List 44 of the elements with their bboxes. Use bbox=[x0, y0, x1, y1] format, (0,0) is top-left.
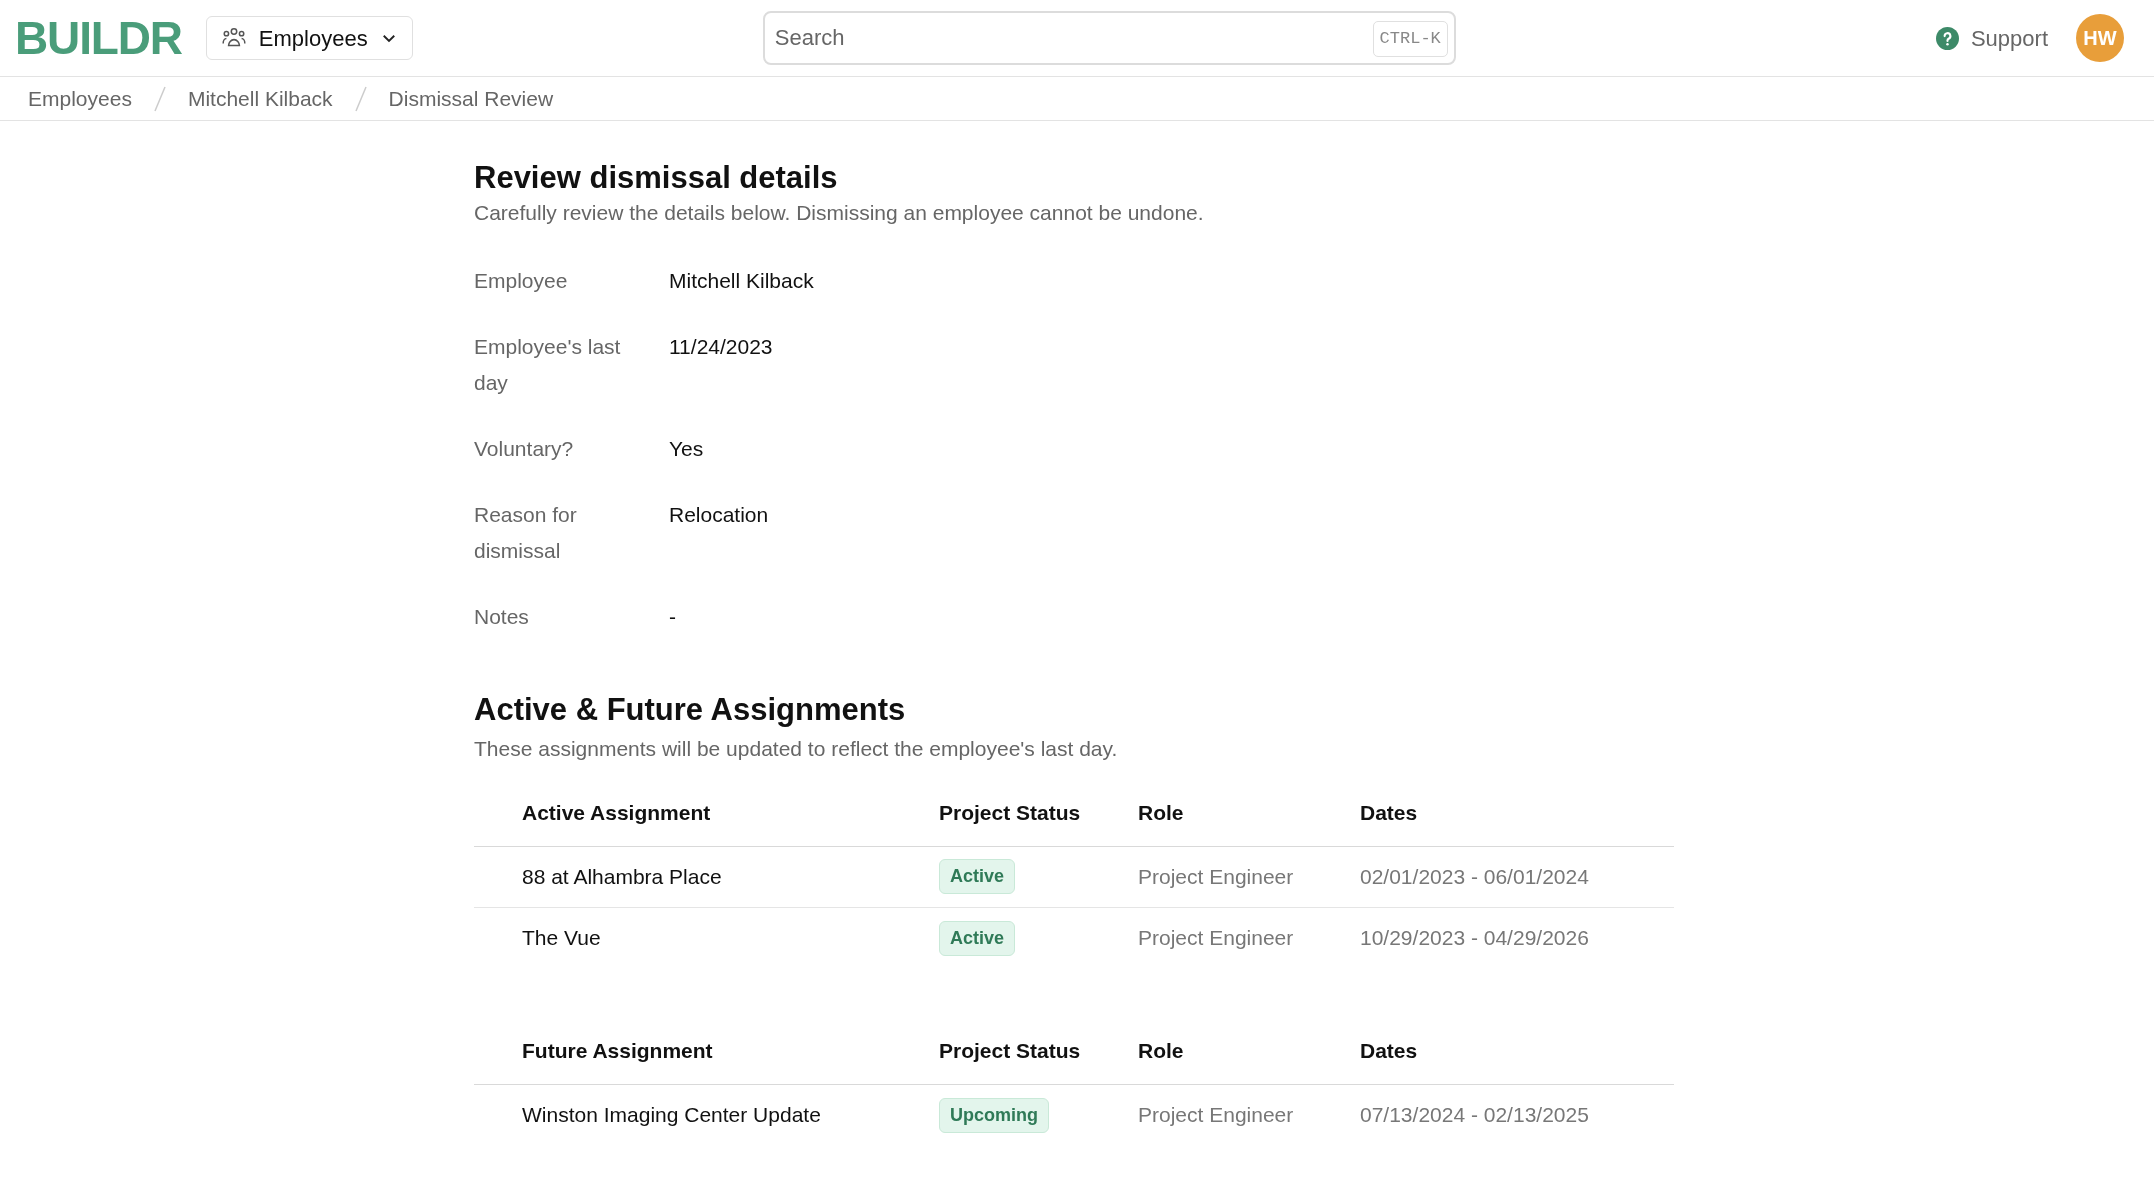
breadcrumb-link[interactable]: Employees bbox=[28, 82, 132, 115]
column-header: Role bbox=[1138, 1038, 1184, 1065]
breadcrumb-separator bbox=[354, 85, 367, 112]
support-link[interactable]: Support bbox=[1935, 21, 2048, 55]
detail-value: - bbox=[669, 603, 676, 630]
column-header: Role bbox=[1138, 800, 1184, 827]
detail-value: Relocation bbox=[669, 501, 769, 528]
logo[interactable]: BUILDR bbox=[15, 3, 182, 73]
assignment-name: 88 at Alhambra Place bbox=[522, 863, 722, 890]
detail-label: Voluntary? bbox=[474, 435, 575, 462]
column-header: Dates bbox=[1360, 800, 1418, 827]
role-text: Project Engineer bbox=[1138, 925, 1294, 952]
breadcrumb-separator bbox=[153, 85, 166, 112]
section-title: Review dismissal details bbox=[474, 159, 839, 197]
breadcrumb-link[interactable]: Mitchell Kilback bbox=[187, 82, 333, 115]
shortcut-hint: CTRL-K bbox=[1372, 21, 1448, 57]
section-title: Active & Future Assignments bbox=[474, 690, 907, 729]
role-text: Project Engineer bbox=[1138, 863, 1294, 890]
detail-value: 11/24/2023 bbox=[669, 333, 773, 360]
help-icon bbox=[1935, 26, 1959, 50]
detail-label: Employee's last day bbox=[474, 333, 622, 396]
column-header: Project Status bbox=[939, 800, 1081, 827]
column-header: Future Assignment bbox=[522, 1038, 713, 1065]
dates-text: 07/13/2024 - 02/13/2025 bbox=[1360, 1102, 1589, 1129]
status-badge: Active bbox=[939, 859, 1016, 894]
column-header: Active Assignment bbox=[522, 800, 711, 827]
detail-label: Employee bbox=[474, 267, 569, 294]
detail-label: Notes bbox=[474, 603, 530, 630]
column-header: Project Status bbox=[939, 1038, 1081, 1065]
role-text: Project Engineer bbox=[1138, 1102, 1294, 1129]
detail-label: Reason for dismissal bbox=[474, 501, 578, 564]
detail-value: Mitchell Kilback bbox=[669, 267, 814, 294]
section-subtitle: These assignments will be updated to reflect the employee's last day. bbox=[474, 736, 1119, 762]
section-subtitle: Carefully review the details below. Dismissing an employee cannot be undone. bbox=[474, 200, 1205, 226]
assignment-name: Winston Imaging Center Update bbox=[522, 1102, 821, 1129]
status-badge: Active bbox=[939, 920, 1016, 956]
assignment-name: The Vue bbox=[522, 925, 601, 952]
dates-text: 02/01/2023 - 06/01/2024 bbox=[1360, 863, 1589, 890]
breadcrumb-link[interactable]: Dismissal Review bbox=[388, 82, 554, 115]
module-dropdown[interactable]: Employees bbox=[205, 16, 413, 60]
dates-text: 10/29/2023 - 04/29/2026 bbox=[1360, 925, 1589, 952]
status-badge: Upcoming bbox=[939, 1097, 1049, 1133]
detail-value: Yes bbox=[669, 435, 704, 462]
column-header: Dates bbox=[1360, 1038, 1418, 1065]
